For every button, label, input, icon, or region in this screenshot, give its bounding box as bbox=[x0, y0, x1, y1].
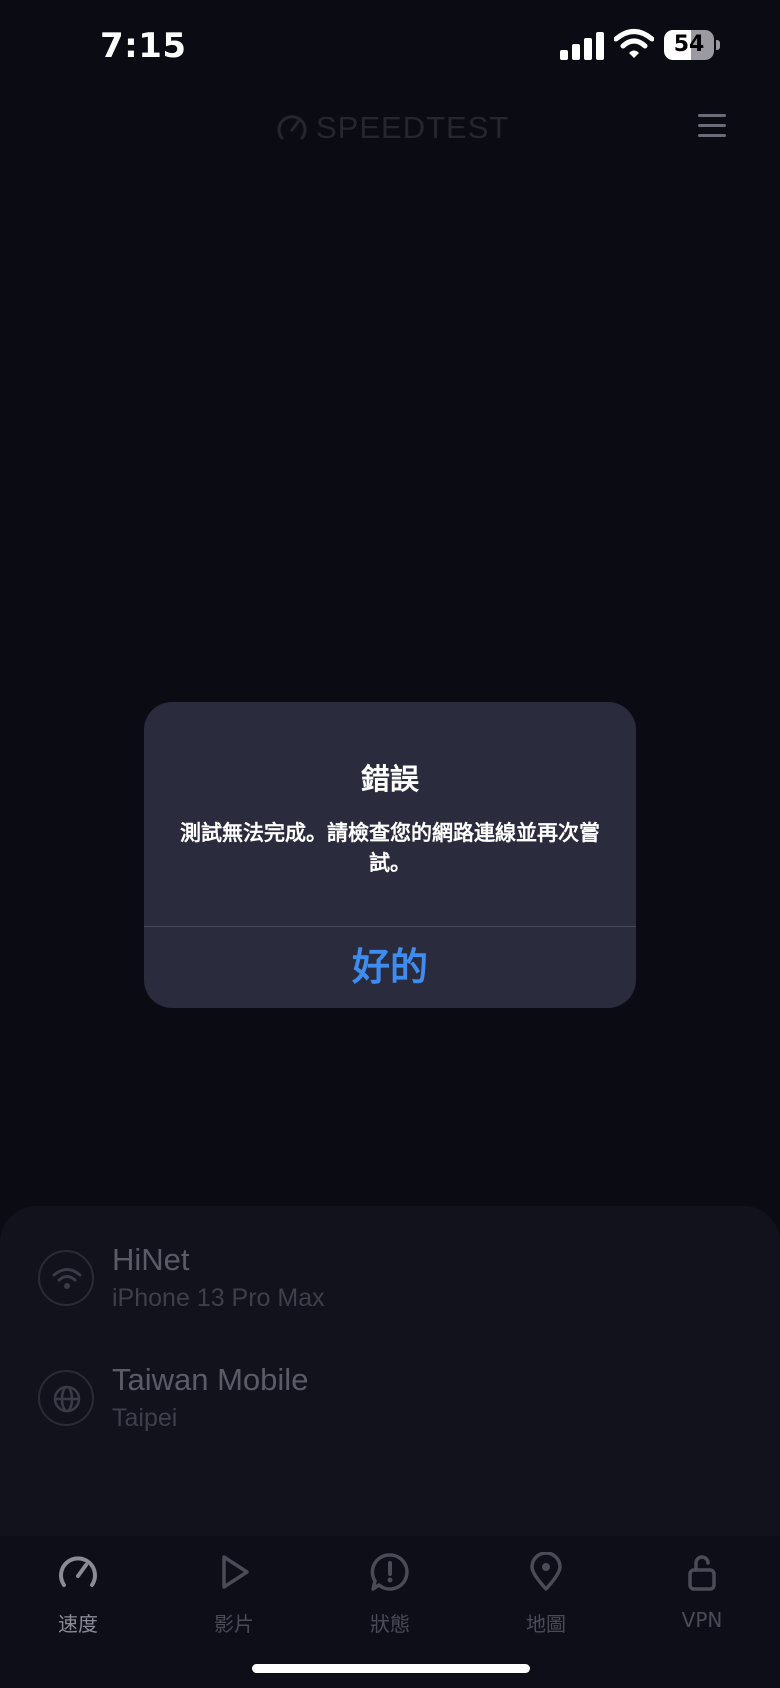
speedometer-icon bbox=[277, 115, 307, 140]
error-dialog: 錯誤 測試無法完成。請檢查您的網路連線並再次嘗試。 好的 bbox=[144, 702, 636, 1008]
ok-button[interactable]: 好的 bbox=[144, 927, 636, 1008]
unlock-icon bbox=[688, 1555, 716, 1591]
dialog-message: 測試無法完成。請檢查您的網路連線並再次嘗試。 bbox=[180, 821, 600, 875]
tab-vpn[interactable]: VPN bbox=[642, 1552, 762, 1662]
alert-bubble-icon bbox=[370, 1553, 409, 1591]
battery-icon: 54 bbox=[664, 30, 720, 60]
home-indicator[interactable] bbox=[252, 1664, 530, 1673]
device-name: iPhone 13 Pro Max bbox=[112, 1284, 325, 1312]
status-bar: 7:15 54 bbox=[0, 0, 780, 96]
server-row[interactable]: Taiwan Mobile Taipei bbox=[38, 1362, 758, 1444]
tab-label: 狀態 bbox=[370, 1612, 410, 1636]
tab-label: 影片 bbox=[214, 1612, 254, 1636]
tab-label: VPN bbox=[681, 1608, 723, 1632]
dialog-title: 錯誤 bbox=[360, 762, 419, 796]
status-time: 7:15 bbox=[100, 26, 187, 66]
speedometer-icon bbox=[59, 1556, 97, 1587]
wifi-icon bbox=[38, 1250, 94, 1306]
map-pin-icon bbox=[530, 1552, 562, 1591]
server-name: Taiwan Mobile bbox=[112, 1362, 309, 1397]
tab-label: 地圖 bbox=[526, 1612, 566, 1636]
globe-icon bbox=[38, 1370, 94, 1426]
brand-logo: SPEEDTEST bbox=[276, 108, 509, 148]
isp-row[interactable]: HiNet iPhone 13 Pro Max bbox=[38, 1242, 758, 1324]
play-icon bbox=[222, 1555, 249, 1589]
wifi-icon bbox=[613, 28, 655, 60]
tab-label: 速度 bbox=[58, 1612, 98, 1636]
cellular-signal-icon bbox=[560, 30, 604, 60]
hamburger-menu-icon[interactable] bbox=[696, 110, 728, 142]
tab-speed[interactable]: 速度 bbox=[18, 1552, 138, 1662]
tab-map[interactable]: 地圖 bbox=[486, 1552, 606, 1662]
tab-status[interactable]: 狀態 bbox=[330, 1552, 450, 1662]
server-location: Taipei bbox=[112, 1404, 178, 1432]
tab-video[interactable]: 影片 bbox=[174, 1552, 294, 1662]
app-header: SPEEDTEST bbox=[0, 96, 780, 162]
isp-name: HiNet bbox=[112, 1242, 190, 1277]
battery-level: 54 bbox=[673, 32, 705, 57]
connection-panel: HiNet iPhone 13 Pro Max Taiwan Mobile Ta… bbox=[0, 1206, 780, 1536]
brand-name: SPEEDTEST bbox=[316, 110, 510, 145]
